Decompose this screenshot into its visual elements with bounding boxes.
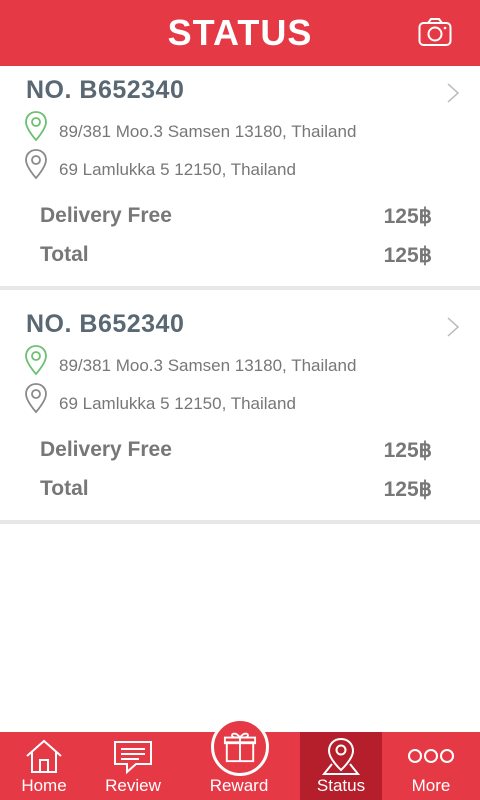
- pickup-pin-icon: [25, 345, 47, 376]
- delivery-fee-value: 125฿: [383, 439, 432, 462]
- chevron-right-icon[interactable]: [446, 82, 460, 104]
- order-number: NO. B652340: [26, 76, 185, 104]
- app-header: STATUS: [0, 0, 480, 66]
- dropoff-pin-icon: [25, 383, 47, 414]
- dropoff-address: 69 Lamlukka 5 12150, Thailand: [59, 160, 296, 179]
- dropoff-pin-icon: [25, 149, 47, 180]
- tab-label: Review: [105, 776, 161, 795]
- tab-label: Status: [316, 776, 366, 795]
- pickup-address: 89/381 Moo.3 Samsen 13180, Thailand: [59, 356, 357, 375]
- dropoff-address: 69 Lamlukka 5 12150, Thailand: [59, 394, 296, 413]
- chat-icon: [114, 741, 152, 775]
- map-pin-icon: [321, 737, 361, 775]
- delivery-fee-value: 125฿: [383, 205, 432, 228]
- total-label: Total: [40, 243, 89, 266]
- pickup-pin-icon: [25, 111, 47, 142]
- tab-more[interactable]: More: [382, 732, 480, 800]
- tab-status[interactable]: Status: [300, 732, 382, 800]
- delivery-fee-label: Delivery Free: [40, 438, 172, 461]
- tab-label: More: [411, 776, 451, 795]
- total-label: Total: [40, 477, 89, 500]
- delivery-fee-label: Delivery Free: [40, 204, 172, 227]
- tab-review[interactable]: Review: [88, 732, 178, 800]
- home-icon: [26, 739, 62, 773]
- order-list: NO. B652340 89/381 Moo.3 Samsen 13180, T…: [0, 66, 480, 524]
- order-card[interactable]: NO. B652340 89/381 Moo.3 Samsen 13180, T…: [0, 66, 480, 290]
- camera-icon[interactable]: [418, 17, 452, 47]
- total-value: 125฿: [383, 478, 432, 501]
- reward-button[interactable]: [211, 718, 269, 776]
- total-value: 125฿: [383, 244, 432, 267]
- order-number: NO. B652340: [26, 310, 185, 338]
- tab-label: Home: [21, 776, 67, 795]
- page-title: STATUS: [167, 12, 313, 53]
- gift-icon: [223, 732, 257, 763]
- pickup-address: 89/381 Moo.3 Samsen 13180, Thailand: [59, 122, 357, 141]
- more-icon: [408, 749, 454, 763]
- tab-label: Reward: [209, 776, 269, 795]
- chevron-right-icon[interactable]: [446, 316, 460, 338]
- tab-home[interactable]: Home: [0, 732, 88, 800]
- order-card[interactable]: NO. B652340 89/381 Moo.3 Samsen 13180, T…: [0, 290, 480, 524]
